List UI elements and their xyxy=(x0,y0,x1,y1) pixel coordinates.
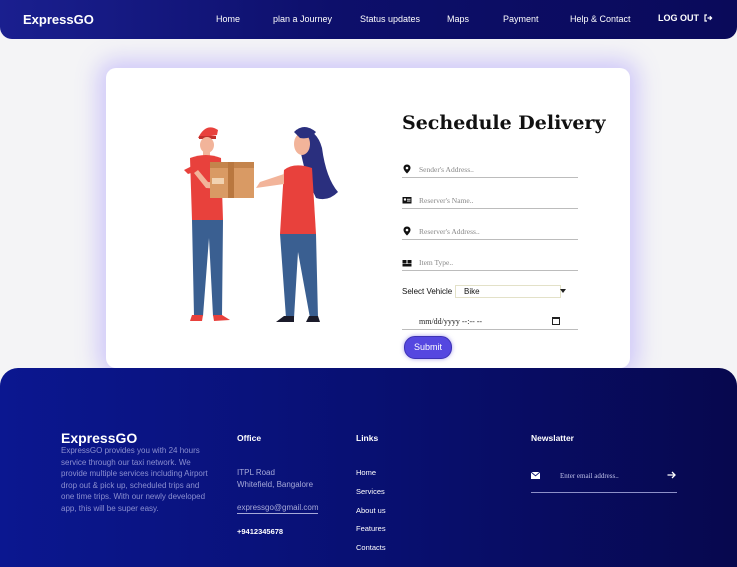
item-type-input[interactable] xyxy=(419,255,574,269)
sender-address-field xyxy=(402,162,578,178)
footer-link-about-us[interactable]: About us xyxy=(356,506,386,515)
nav-link-payment[interactable]: Payment xyxy=(503,14,539,24)
receiver-name-field xyxy=(402,193,578,209)
office-address-line1: ITPL Road xyxy=(237,468,275,477)
courier-figure xyxy=(184,127,238,321)
footer: ExpressGO ExpressGO provides you with 24… xyxy=(0,368,737,567)
sign-out-icon xyxy=(703,14,712,22)
footer-link-contacts[interactable]: Contacts xyxy=(356,543,386,552)
footer-about-text: ExpressGO provides you with 24 hours ser… xyxy=(61,446,208,513)
office-email-link[interactable]: expressgo@gmail.com xyxy=(237,503,319,514)
footer-link-home[interactable]: Home xyxy=(356,468,376,477)
logout-button[interactable]: LOG OUT xyxy=(658,13,713,23)
item-type-field xyxy=(402,255,578,271)
nav-link-home[interactable]: Home xyxy=(216,14,240,24)
submit-button[interactable]: Submit xyxy=(404,336,452,359)
parcel-box xyxy=(210,162,254,198)
logout-label: LOG OUT xyxy=(658,13,699,23)
receiver-address-input[interactable] xyxy=(419,224,574,238)
vehicle-label: Select Vehicle : xyxy=(402,287,457,296)
office-phone: +9412345678 xyxy=(237,527,284,536)
nav-link-plan-journey[interactable]: plan a Journey xyxy=(273,14,332,24)
brand-logo[interactable]: ExpressGO xyxy=(23,12,94,27)
footer-link-services[interactable]: Services xyxy=(356,487,385,496)
office-address-line2: Whitefield, Bangalore xyxy=(237,480,314,489)
nav-link-maps[interactable]: Maps xyxy=(447,14,469,24)
footer-brand: ExpressGO xyxy=(61,430,138,446)
chevron-down-icon[interactable] xyxy=(560,289,566,293)
date-time-placeholder: mm/dd/yyyy --:-- -- xyxy=(419,317,483,326)
delivery-card: Sechedule Delivery Sender's Address.. Re… xyxy=(106,68,630,368)
footer-link-features[interactable]: Features xyxy=(356,524,386,533)
arrow-right-icon[interactable] xyxy=(667,471,676,479)
nav-link-help-contact[interactable]: Help & Contact xyxy=(570,14,631,24)
receiver-address-field xyxy=(402,224,578,240)
vehicle-select[interactable]: Bike xyxy=(455,285,561,298)
office-heading: Office xyxy=(237,433,262,443)
newsletter-field xyxy=(531,465,677,493)
newsletter-email-input[interactable] xyxy=(560,470,660,482)
receiver-figure xyxy=(256,127,338,322)
envelope-icon xyxy=(531,472,540,479)
calendar-icon[interactable] xyxy=(552,317,560,325)
sender-address-input[interactable] xyxy=(419,162,574,176)
vehicle-row: Select Vehicle : Bike xyxy=(402,285,578,299)
date-time-field[interactable]: mm/dd/yyyy --:-- -- xyxy=(402,315,578,330)
newsletter-heading: Newslatter xyxy=(531,433,574,443)
links-heading: Links xyxy=(356,433,379,443)
nav-link-status-updates[interactable]: Status updates xyxy=(360,14,420,24)
top-navbar: ExpressGO Home plan a Journey Status upd… xyxy=(0,0,737,39)
boxes-icon xyxy=(402,260,412,267)
delivery-illustration xyxy=(184,127,338,322)
receiver-name-input[interactable] xyxy=(419,193,574,207)
id-card-icon xyxy=(402,197,412,204)
map-marker-icon xyxy=(403,226,411,236)
map-marker-icon xyxy=(403,164,411,174)
form-title: Sechedule Delivery xyxy=(402,112,606,134)
